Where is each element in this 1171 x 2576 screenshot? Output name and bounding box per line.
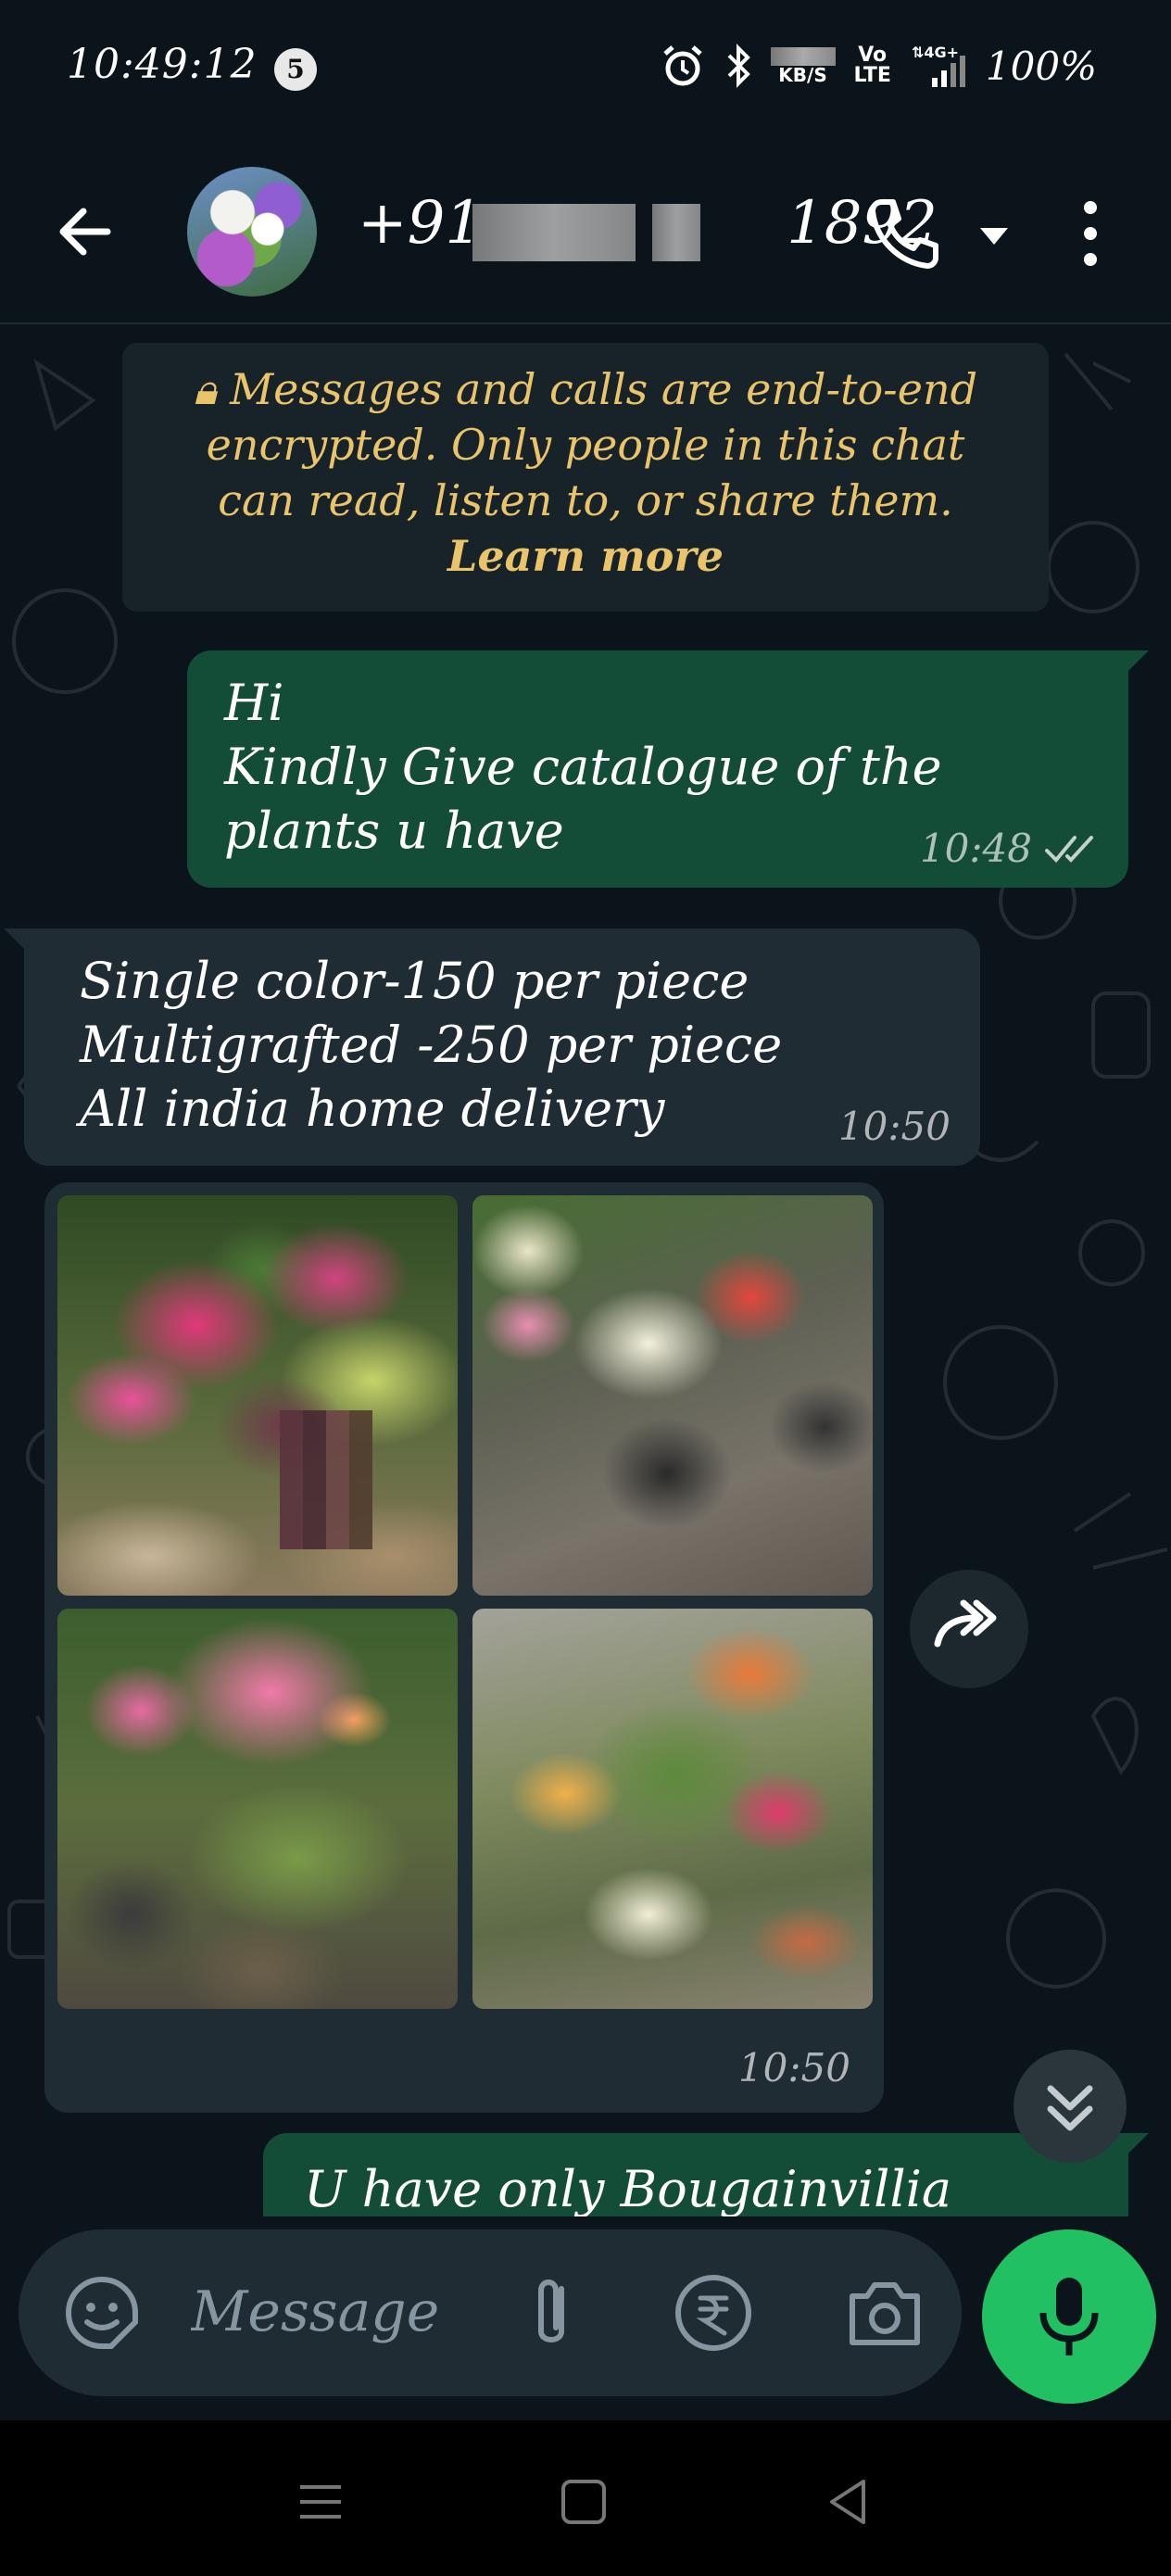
status-time: 10:49:12 <box>67 41 258 88</box>
home-icon[interactable] <box>556 2474 611 2530</box>
encryption-text: Messages and calls are end-to-end encryp… <box>206 364 978 525</box>
network-speed: KB/S <box>770 47 836 84</box>
album-photo[interactable] <box>57 1195 458 1596</box>
alarm-icon <box>662 45 702 86</box>
redacted-number <box>472 204 636 261</box>
encryption-notice[interactable]: 🔒︎ Messages and calls are end-to-end enc… <box>122 343 1049 612</box>
incoming-message[interactable]: Single color-150 per piece Multigrafted … <box>4 928 980 1166</box>
pixelated-region <box>280 1410 372 1549</box>
rupee-icon[interactable] <box>673 2272 754 2354</box>
system-nav-bar <box>0 2420 1171 2576</box>
bubble-tail <box>1125 650 1149 675</box>
message-text: U have only Bougainvillia plant? <box>304 2160 952 2216</box>
double-check-icon <box>1045 835 1093 863</box>
chevron-double-down-icon <box>1047 2085 1093 2131</box>
caret-down-icon[interactable] <box>976 222 1012 250</box>
learn-more-link[interactable]: Learn more <box>447 531 724 581</box>
whatsapp-chat-screen: 10:49:12 5 KB/S Vo LTE ⇅4G+ 100% +91 189… <box>0 0 1171 2576</box>
message-meta: 10:50 <box>838 1104 951 1149</box>
notification-badge: 5 <box>274 48 317 91</box>
lock-icon: 🔒︎ <box>193 364 217 414</box>
svg-text:⇅4G+: ⇅4G+ <box>912 44 959 61</box>
bubble-tail <box>4 928 28 953</box>
contact-name[interactable]: +91 1892 <box>358 189 938 258</box>
scroll-to-bottom-button[interactable] <box>1014 2050 1127 2163</box>
composer <box>0 2216 1171 2420</box>
chat-header: +91 1892 <box>0 139 1171 324</box>
message-composer[interactable] <box>19 2229 962 2396</box>
message-input[interactable] <box>191 2270 469 2354</box>
message-text: Single color-150 per piece Multigrafted … <box>80 952 783 1138</box>
message-meta: 10:48 <box>920 826 1099 871</box>
voice-message-button[interactable] <box>982 2229 1156 2404</box>
volte-indicator: Vo LTE <box>853 44 891 87</box>
signal-4g-icon: ⇅4G+ <box>912 44 965 87</box>
sticker-icon[interactable] <box>63 2274 141 2352</box>
photo-album-message[interactable]: 10:50 <box>44 1182 884 2113</box>
status-icons: KB/S Vo LTE ⇅4G+ 100% <box>660 43 1097 89</box>
chat-area[interactable]: 🔒︎ Messages and calls are end-to-end enc… <box>0 326 1171 2216</box>
message-time: 10:48 <box>919 826 1032 871</box>
forward-button[interactable] <box>910 1570 1028 1688</box>
contact-avatar[interactable] <box>187 167 317 297</box>
outgoing-message[interactable]: U have only Bougainvillia plant? <box>263 2133 1149 2216</box>
back-triangle-icon[interactable] <box>821 2474 876 2530</box>
forward-icon <box>934 1599 997 1648</box>
bluetooth-icon <box>727 44 750 88</box>
paperclip-icon[interactable] <box>510 2270 593 2355</box>
phone-icon[interactable] <box>865 195 943 272</box>
message-meta: 10:50 <box>738 2045 850 2090</box>
redacted-number <box>652 204 700 261</box>
album-photo[interactable] <box>57 1609 458 2009</box>
more-vertical-icon[interactable] <box>1077 198 1104 269</box>
recent-apps-icon[interactable] <box>293 2474 348 2530</box>
message-time: 10:50 <box>837 1104 951 1149</box>
camera-icon[interactable] <box>843 2274 926 2352</box>
album-photo[interactable] <box>472 1195 873 1596</box>
album-photo[interactable] <box>472 1609 873 2009</box>
battery-level: 100% <box>985 43 1097 89</box>
bubble-tail <box>1125 2133 1149 2157</box>
arrow-left-icon[interactable] <box>52 198 119 265</box>
outgoing-message[interactable]: Hi Kindly Give catalogue of the plants u… <box>187 650 1149 888</box>
message-time: 10:50 <box>737 2045 850 2090</box>
status-bar: 10:49:12 5 KB/S Vo LTE ⇅4G+ 100% <box>0 0 1171 139</box>
microphone-icon <box>1039 2278 1099 2355</box>
